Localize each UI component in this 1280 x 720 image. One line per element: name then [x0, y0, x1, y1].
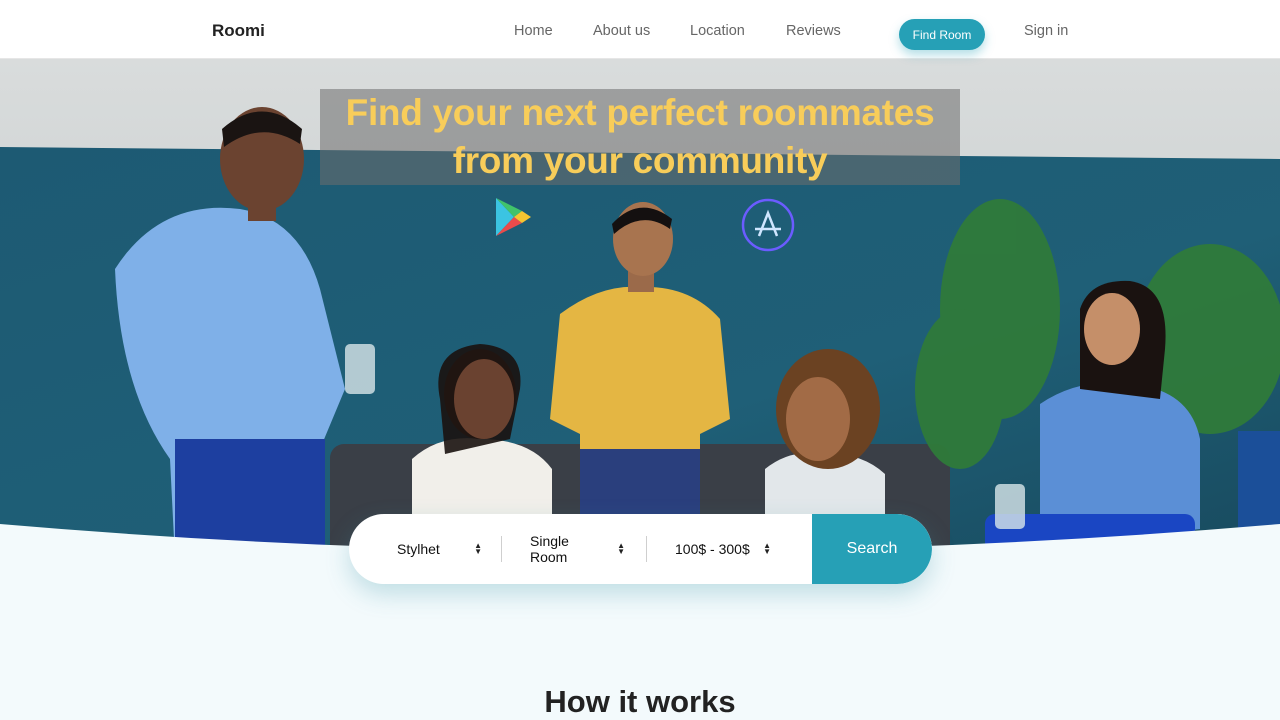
search-divider — [501, 536, 502, 562]
hero-headline: Find your next perfect roommates from yo… — [320, 89, 960, 185]
nav-link-home[interactable]: Home — [514, 23, 553, 39]
sort-arrows-icon: ▲ ▼ — [763, 541, 771, 556]
city-select[interactable]: Stylhet ▲ ▼ — [397, 514, 482, 584]
app-store-icon[interactable] — [741, 198, 795, 257]
hero-banner: Find your next perfect roommates from yo… — [0, 59, 1280, 559]
price-range-select-value: 100$ - 300$ — [675, 541, 750, 557]
nav-link-location[interactable]: Location — [690, 23, 745, 39]
headline-line-2: from your community — [452, 140, 828, 181]
top-navbar: Roomi Home About us Location Reviews Fin… — [0, 0, 1280, 59]
room-search-bar: Stylhet ▲ ▼ Single Room ▲ ▼ 100$ - 300$ ▲ ▼… — [349, 514, 932, 584]
nav-link-about-us[interactable]: About us — [593, 23, 650, 39]
search-divider — [646, 536, 647, 562]
search-button[interactable]: Search — [812, 514, 932, 584]
price-range-select[interactable]: 100$ - 300$ ▲ ▼ — [675, 514, 771, 584]
sort-arrows-icon: ▲ ▼ — [617, 541, 625, 556]
sign-in-link[interactable]: Sign in — [1024, 23, 1068, 39]
nav-link-reviews[interactable]: Reviews — [786, 23, 841, 39]
sort-arrows-icon: ▲ ▼ — [474, 541, 482, 556]
city-select-value: Stylhet — [397, 541, 440, 557]
find-room-button[interactable]: Find Room — [899, 19, 985, 50]
room-type-select-value: Single Room — [530, 533, 569, 565]
how-it-works-heading: How it works — [544, 684, 736, 719]
google-play-icon[interactable] — [494, 196, 532, 243]
brand-logo[interactable]: Roomi — [212, 21, 265, 41]
room-type-select[interactable]: Single Room ▲ ▼ — [530, 514, 625, 584]
headline-line-1: Find your next perfect roommates — [345, 92, 935, 133]
